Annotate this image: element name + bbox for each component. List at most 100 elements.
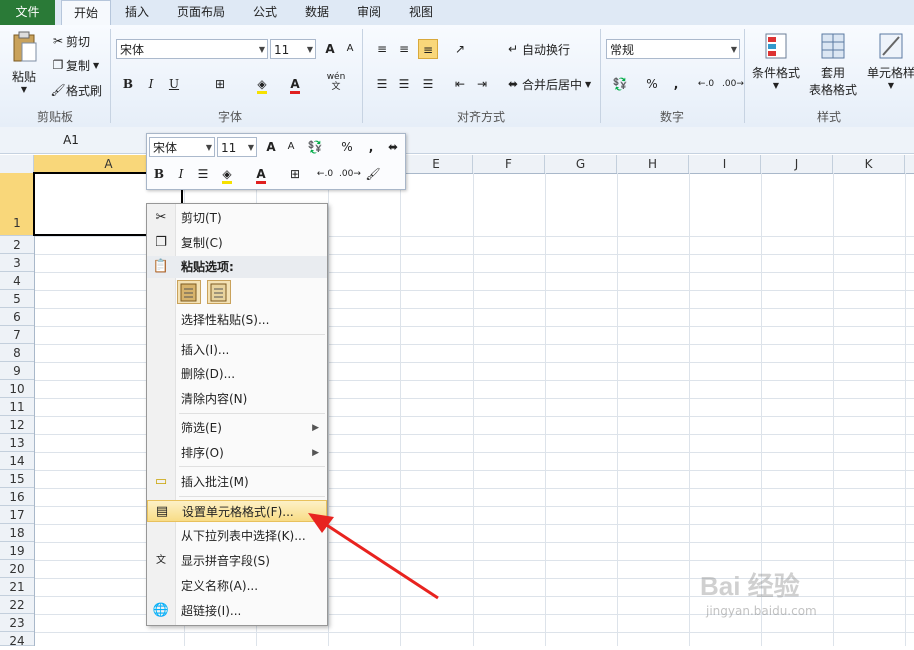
format-as-table-button[interactable]: 套用 表格格式 — [806, 31, 860, 98]
paste-values-button[interactable] — [207, 280, 231, 304]
mini-decrease-decimal-button[interactable]: .00→ — [339, 164, 361, 184]
merge-center-button[interactable]: ⬌ 合并后居中 ▼ — [504, 74, 591, 94]
comma-button[interactable]: , — [666, 74, 686, 94]
row-header[interactable]: 20 — [0, 560, 34, 578]
grow-font-button[interactable]: A — [320, 39, 340, 59]
menu-item-delete[interactable]: 删除(D)... — [147, 363, 327, 385]
cell-styles-button[interactable]: 单元格样 ▼ — [864, 31, 914, 90]
column-header[interactable]: J — [761, 155, 833, 173]
decrease-decimal-button[interactable]: .00→ — [722, 74, 744, 94]
align-left-button[interactable]: ☰ — [372, 74, 392, 94]
row-header[interactable]: 8 — [0, 344, 34, 362]
row-header[interactable]: 5 — [0, 290, 34, 308]
mini-currency-button[interactable]: 💱 — [305, 137, 325, 157]
font-name-combo[interactable]: 宋体 ▼ — [116, 39, 268, 59]
font-size-combo[interactable]: 11 ▼ — [270, 39, 316, 59]
tab-review[interactable]: 审阅 — [347, 0, 391, 25]
paste-button[interactable]: 粘贴 ▼ — [6, 31, 42, 101]
row-header[interactable]: 13 — [0, 434, 34, 452]
mini-center-button[interactable]: ☰ — [193, 164, 213, 184]
conditional-format-button[interactable]: 条件格式 ▼ — [748, 31, 804, 90]
mini-merge-button[interactable]: ⬌ — [383, 137, 403, 157]
row-header[interactable]: 19 — [0, 542, 34, 560]
row-header[interactable]: 16 — [0, 488, 34, 506]
mini-bold-button[interactable]: B — [149, 164, 169, 184]
wrap-text-button[interactable]: ↵ 自动换行 — [504, 39, 570, 59]
column-header[interactable]: G — [545, 155, 617, 173]
select-all-corner[interactable] — [0, 155, 34, 173]
align-middle-button[interactable]: ≡ — [394, 39, 414, 59]
mini-comma-button[interactable]: , — [361, 137, 381, 157]
number-format-combo[interactable]: 常规 ▼ — [606, 39, 740, 59]
row-header[interactable]: 4 — [0, 272, 34, 290]
row-header[interactable]: 11 — [0, 398, 34, 416]
tab-view[interactable]: 视图 — [399, 0, 443, 25]
increase-decimal-button[interactable]: ←.0 — [696, 74, 716, 94]
row-header[interactable]: 10 — [0, 380, 34, 398]
menu-item-clear-contents[interactable]: 清除内容(N) — [147, 388, 327, 410]
fill-color-button[interactable]: ◈ — [252, 74, 272, 94]
mini-grow-font-button[interactable]: A — [261, 137, 281, 157]
border-button[interactable]: ⊞ — [210, 74, 230, 94]
column-header[interactable]: F — [473, 155, 545, 173]
row-header[interactable]: 9 — [0, 362, 34, 380]
tab-page-layout[interactable]: 页面布局 — [165, 0, 237, 25]
percent-button[interactable]: % — [642, 74, 662, 94]
column-header[interactable]: I — [689, 155, 761, 173]
mini-font-combo[interactable]: 宋体 ▼ — [149, 137, 215, 157]
menu-item-copy[interactable]: ❐ 复制(C) — [147, 232, 327, 254]
row-header[interactable]: 1 — [0, 173, 34, 236]
menu-item-filter[interactable]: 筛选(E) ▶ — [147, 417, 327, 439]
menu-item-paste-special[interactable]: 选择性粘贴(S)... — [147, 309, 327, 331]
column-header[interactable]: K — [833, 155, 905, 173]
bold-button[interactable]: B — [118, 74, 138, 94]
row-header[interactable]: 24 — [0, 632, 34, 648]
row-header[interactable]: 12 — [0, 416, 34, 434]
row-header[interactable]: 2 — [0, 236, 34, 254]
tab-home[interactable]: 开始 — [61, 0, 111, 26]
menu-item-insert[interactable]: 插入(I)... — [147, 339, 327, 361]
align-right-button[interactable]: ☰ — [418, 74, 438, 94]
row-header[interactable]: 21 — [0, 578, 34, 596]
row-header[interactable]: 15 — [0, 470, 34, 488]
align-top-button[interactable]: ≡ — [372, 39, 392, 59]
underline-button[interactable]: U — [164, 74, 184, 94]
menu-item-insert-comment[interactable]: ▭ 插入批注(M) — [147, 471, 327, 493]
name-box[interactable]: A1 — [0, 130, 142, 150]
align-center-button[interactable]: ☰ — [394, 74, 414, 94]
column-header[interactable]: E — [400, 155, 473, 173]
tab-formulas[interactable]: 公式 — [243, 0, 287, 25]
column-header[interactable]: H — [617, 155, 689, 173]
align-bottom-button[interactable]: ≡ — [418, 39, 438, 59]
phonetic-button[interactable]: wén 文 — [326, 72, 346, 92]
menu-item-cut[interactable]: ✂ 剪切(T) — [147, 207, 327, 229]
cut-button[interactable]: ✂ 剪切 — [50, 31, 90, 51]
mini-border-button[interactable]: ⊞ — [285, 164, 305, 184]
row-header[interactable]: 3 — [0, 254, 34, 272]
mini-shrink-font-button[interactable]: A — [281, 137, 301, 157]
row-header[interactable]: 7 — [0, 326, 34, 344]
mini-font-color-button[interactable]: A — [251, 164, 271, 184]
row-header[interactable]: 14 — [0, 452, 34, 470]
mini-percent-button[interactable]: % — [337, 137, 357, 157]
menu-item-sort[interactable]: 排序(O) ▶ — [147, 442, 327, 464]
format-painter-button[interactable]: 🖌 格式刷 — [50, 80, 102, 100]
increase-indent-button[interactable]: ⇥ — [472, 74, 492, 94]
font-color-button[interactable]: A — [285, 74, 305, 94]
row-header[interactable]: 17 — [0, 506, 34, 524]
tab-insert[interactable]: 插入 — [115, 0, 159, 25]
mini-size-combo[interactable]: 11 ▼ — [217, 137, 257, 157]
paste-button[interactable] — [177, 280, 201, 304]
italic-button[interactable]: I — [141, 74, 161, 94]
row-header[interactable]: 18 — [0, 524, 34, 542]
tab-data[interactable]: 数据 — [295, 0, 339, 25]
mini-format-painter-button[interactable]: 🖌 — [363, 164, 383, 184]
orientation-button[interactable]: ↗ — [450, 39, 470, 59]
copy-button[interactable]: ❐ 复制 ▼ — [50, 55, 100, 75]
mini-fill-color-button[interactable]: ◈ — [217, 164, 237, 184]
mini-increase-decimal-button[interactable]: ←.0 — [315, 164, 335, 184]
tab-file[interactable]: 文件 — [0, 0, 55, 25]
mini-italic-button[interactable]: I — [171, 164, 191, 184]
shrink-font-button[interactable]: A — [340, 39, 360, 59]
row-header[interactable]: 22 — [0, 596, 34, 614]
